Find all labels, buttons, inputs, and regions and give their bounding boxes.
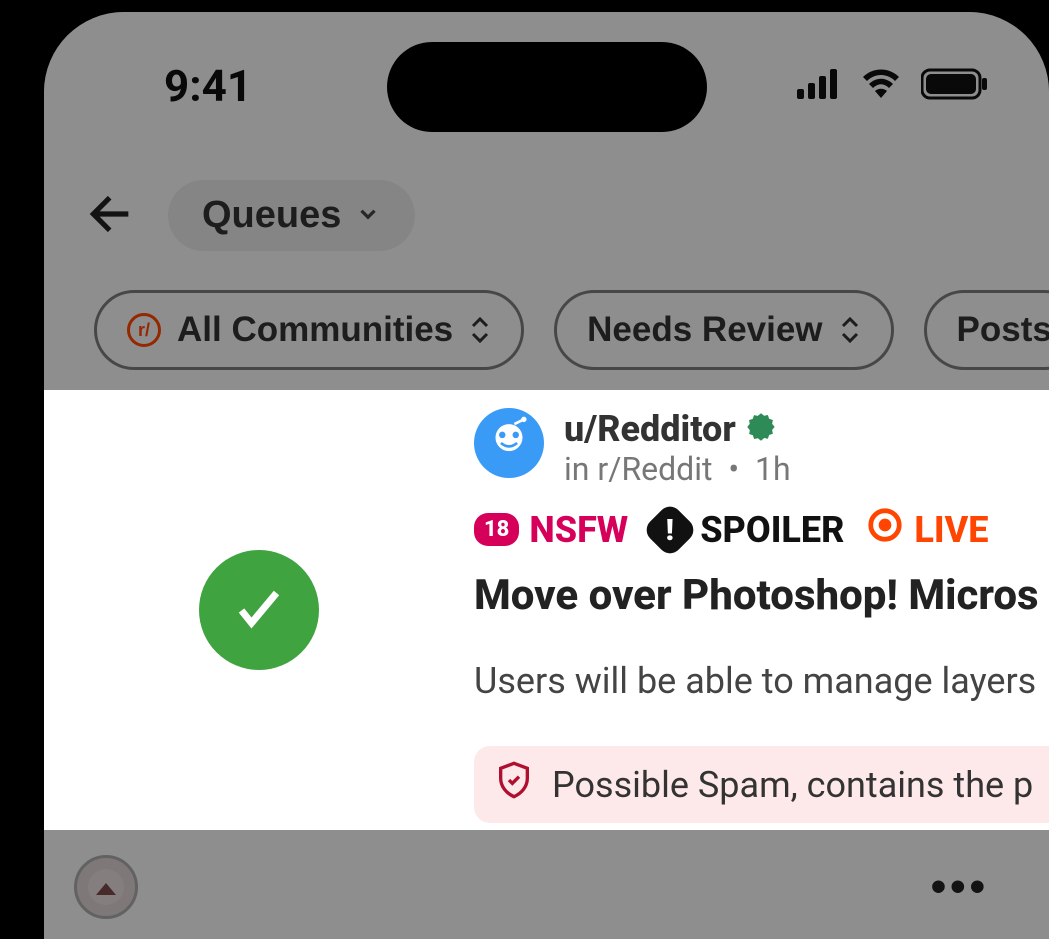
status-indicators — [797, 68, 989, 104]
nsfw-tag: 18 NSFW — [474, 509, 628, 551]
post-tags: 18 NSFW ! SPOILER LIVE — [474, 506, 1049, 553]
spoiler-tag: ! SPOILER — [650, 509, 844, 551]
sort-updown-icon — [839, 315, 861, 345]
avatar — [74, 855, 138, 919]
post-age: 1h — [755, 450, 791, 488]
chip-posts[interactable]: Posts — [924, 290, 1049, 370]
nsfw-badge-icon: 18 — [474, 513, 519, 546]
filter-chips: r/ All Communities Needs Review Posts — [44, 290, 1049, 370]
more-button[interactable]: ••• — [931, 862, 989, 912]
wifi-icon — [859, 68, 903, 104]
nsfw-label: NSFW — [529, 509, 628, 551]
status-time: 9:41 — [164, 60, 252, 112]
post-byline: u/Redditor in r/Reddit • 1h — [474, 408, 1049, 488]
queues-dropdown[interactable]: Queues — [168, 180, 415, 251]
cellular-icon — [797, 69, 841, 103]
post-card[interactable]: u/Redditor in r/Reddit • 1h 18 NSFW — [44, 390, 1049, 830]
chip-label: Posts — [957, 310, 1049, 350]
back-button[interactable] — [84, 186, 140, 245]
spam-banner[interactable]: Possible Spam, contains the p — [474, 746, 1049, 823]
next-post-peek: ••• — [44, 842, 1049, 932]
post-meta: in r/Reddit • 1h — [564, 450, 791, 488]
approve-circle — [199, 550, 319, 670]
spoiler-label: SPOILER — [700, 509, 844, 551]
arrow-left-icon — [84, 230, 140, 245]
swipe-approve-area[interactable] — [44, 390, 474, 830]
spam-text: Possible Spam, contains the p — [552, 764, 1033, 806]
chip-label: Needs Review — [587, 310, 822, 350]
battery-icon — [921, 68, 989, 104]
chip-label: All Communities — [177, 310, 453, 350]
reddit-icon: r/ — [127, 313, 161, 347]
verified-badge-icon — [746, 412, 776, 446]
post-title[interactable]: Move over Photoshop! Micros — [474, 571, 1049, 620]
queues-label: Queues — [202, 194, 341, 237]
check-icon — [229, 578, 289, 642]
username[interactable]: u/Redditor — [564, 408, 736, 450]
live-icon — [866, 506, 904, 553]
chevron-down-icon — [355, 194, 381, 237]
post-body: Users will be able to manage layers — [474, 660, 1049, 702]
chip-needs-review[interactable]: Needs Review — [554, 290, 893, 370]
sort-updown-icon — [469, 315, 491, 345]
post-content: u/Redditor in r/Reddit • 1h 18 NSFW — [474, 390, 1049, 830]
user-avatar-icon[interactable] — [474, 408, 544, 478]
shield-alert-icon — [494, 760, 534, 809]
chip-all-communities[interactable]: r/ All Communities — [94, 290, 524, 370]
live-label: LIVE — [914, 509, 988, 551]
header: Queues — [44, 170, 1049, 260]
subreddit[interactable]: in r/Reddit — [564, 450, 712, 488]
live-tag: LIVE — [866, 506, 988, 553]
dynamic-island — [387, 42, 707, 132]
spoiler-badge-icon: ! — [642, 501, 699, 558]
